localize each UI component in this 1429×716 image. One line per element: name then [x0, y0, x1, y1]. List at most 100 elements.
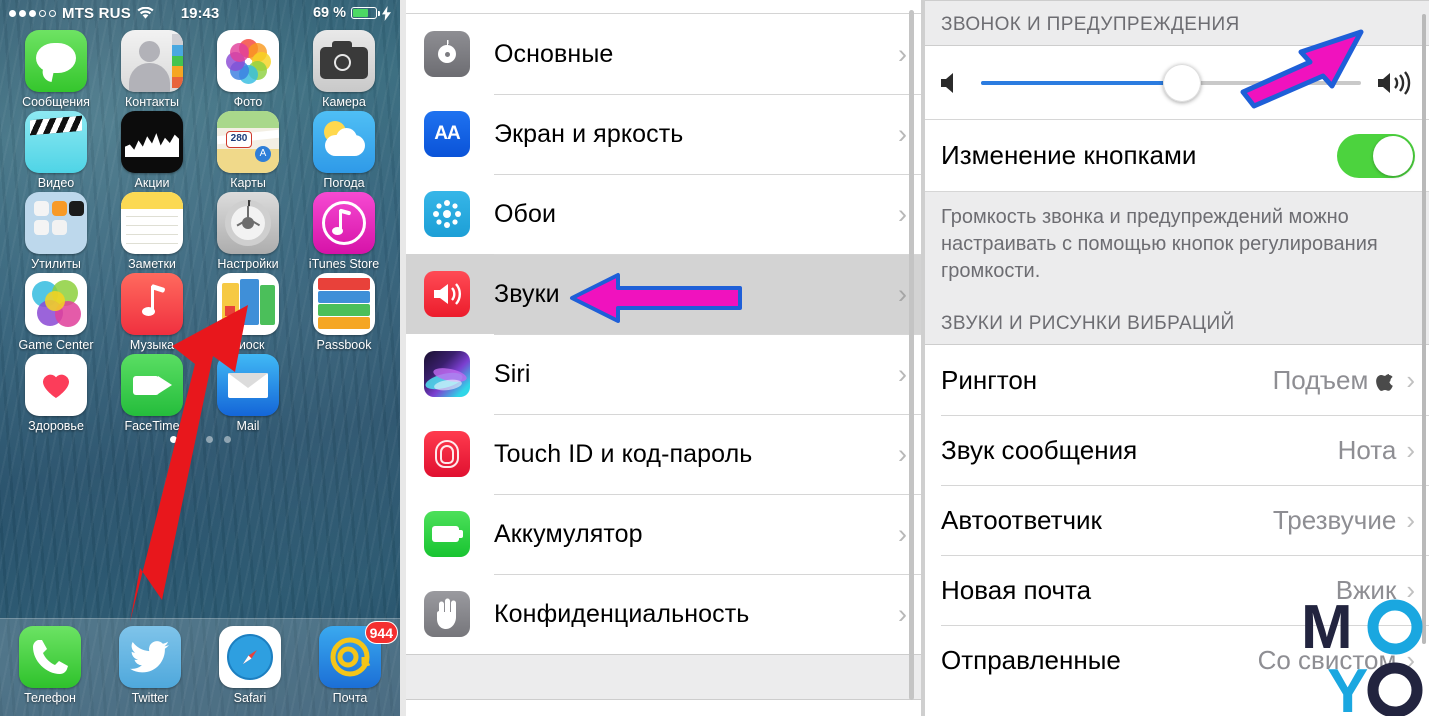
settings-row-label: Экран и яркость — [494, 119, 684, 148]
app-label: Видео — [37, 176, 75, 190]
chevron-right-icon: › — [1406, 434, 1415, 465]
app-facetime[interactable]: FaceTime — [109, 354, 195, 433]
settings-row-display[interactable]: AA Экран и яркость › — [406, 94, 921, 174]
app-label: Акции — [134, 176, 170, 190]
app-weather[interactable]: Погода — [301, 111, 387, 190]
settings-row-label: Конфиденциальность — [494, 599, 750, 628]
app-label: iTunes Store — [308, 257, 380, 271]
app-music[interactable]: Музыка — [109, 273, 195, 352]
app-notes[interactable]: Заметки — [109, 192, 195, 271]
wallpaper-icon — [424, 191, 470, 237]
chevron-right-icon: › — [1406, 644, 1415, 675]
messages-icon — [25, 30, 87, 92]
value-text: Вжик — [1335, 574, 1397, 605]
app-passbook[interactable]: Passbook — [301, 273, 387, 352]
value-text: Нота — [1337, 434, 1397, 465]
app-label: Заметки — [128, 257, 176, 271]
iphone-home-screen: MTS RUS 19:43 69 % Сообщения Контакты Фо… — [0, 0, 400, 716]
dock: Телефон Twitter Safari 944 Почта — [0, 618, 400, 716]
settings-row-general[interactable]: Основные › — [406, 14, 921, 94]
sounds-scrollbar[interactable] — [1422, 14, 1426, 644]
app-row: Здоровье FaceTime Mail — [0, 354, 400, 433]
chevron-right-icon: › — [898, 278, 907, 309]
photos-icon — [217, 30, 279, 92]
app-itunes-store[interactable]: iTunes Store — [301, 192, 387, 271]
sounds-icon — [424, 271, 470, 317]
app-utilities[interactable]: Утилиты — [13, 192, 99, 271]
settings-group-separator — [406, 654, 921, 700]
chevron-right-icon: › — [1406, 364, 1415, 395]
app-row: Утилиты Заметки Настройки iTunes Store — [0, 192, 400, 271]
app-settings[interactable]: Настройки — [205, 192, 291, 271]
sounds-row-sent-mail[interactable]: Отправленные Со свистом › — [925, 625, 1429, 696]
chevron-right-icon: › — [1406, 504, 1415, 535]
battery-percent-label: 69 % — [312, 5, 346, 21]
app-game-center[interactable]: Game Center — [13, 273, 99, 352]
app-health[interactable]: Здоровье — [13, 354, 99, 433]
settings-list-panel: Основные › AA Экран и яркость › Обои › З… — [400, 0, 925, 716]
safari-icon — [219, 626, 281, 688]
app-newsstand[interactable]: Киоск — [205, 273, 291, 352]
dock-app-twitter[interactable]: Twitter — [107, 626, 193, 705]
dock-app-phone[interactable]: Телефон — [7, 626, 93, 705]
app-stocks[interactable]: Акции — [109, 111, 195, 190]
sounds-row-label: Новая почта — [941, 574, 1092, 605]
dock-app-safari[interactable]: Safari — [207, 626, 293, 705]
change-with-buttons-label: Изменение кнопками — [941, 140, 1197, 170]
settings-row-wallpaper[interactable]: Обои › — [406, 174, 921, 254]
change-with-buttons-toggle[interactable] — [1337, 133, 1415, 178]
settings-gear-icon — [217, 192, 279, 254]
game-center-icon — [25, 273, 87, 335]
value-text: Со свистом — [1257, 644, 1397, 675]
settings-row-label: Siri — [494, 359, 531, 388]
contacts-icon — [121, 30, 183, 92]
settings-row-siri[interactable]: Siri › — [406, 334, 921, 414]
app-label: Телефон — [24, 691, 76, 705]
change-with-buttons-row[interactable]: Изменение кнопками — [925, 29, 1429, 192]
mail-unread-badge: 944 — [364, 621, 398, 644]
music-icon — [121, 273, 183, 335]
sounds-row-value: Нота — [1338, 435, 1397, 466]
status-bar-right: 69 % — [313, 5, 391, 21]
app-row: Сообщения Контакты Фото Камера — [0, 30, 400, 109]
general-gear-icon — [424, 31, 470, 77]
volume-slider-knob[interactable] — [1163, 63, 1202, 102]
app-videos[interactable]: Видео — [13, 111, 99, 190]
chevron-right-icon: › — [898, 438, 907, 469]
settings-top-spacer — [406, 0, 921, 14]
facetime-icon — [121, 354, 183, 416]
camera-icon — [313, 30, 375, 92]
sounds-row-label: Звук сообщения — [941, 434, 1138, 465]
settings-row-privacy[interactable]: Конфиденциальность › — [406, 574, 921, 654]
settings-scrollbar[interactable] — [909, 10, 914, 700]
volume-slider-track[interactable] — [981, 63, 1361, 102]
battery-icon — [351, 7, 381, 19]
volume-slider-row[interactable] — [925, 46, 1429, 120]
app-label: Карты — [230, 176, 266, 190]
app-messages[interactable]: Сообщения — [13, 30, 99, 109]
sounds-row-voicemail[interactable]: Автоответчик Трезвучие › — [925, 485, 1429, 556]
dock-app-mail[interactable]: 944 Почта — [307, 621, 398, 705]
app-label: Погода — [323, 176, 365, 190]
app-label: FaceTime — [124, 419, 180, 433]
app-mail[interactable]: Mail — [205, 354, 291, 433]
app-photos[interactable]: Фото — [205, 30, 291, 109]
sounds-settings-panel: ЗВОНОК И ПРЕДУПРЕЖДЕНИЯ Изменение кнопка… — [925, 0, 1429, 716]
chevron-right-icon: › — [898, 38, 907, 69]
sounds-row-new-mail[interactable]: Новая почта Вжик › — [925, 555, 1429, 626]
settings-row-battery[interactable]: Аккумулятор › — [406, 494, 921, 574]
app-camera[interactable]: Камера — [301, 30, 387, 109]
page-indicator-dots — [0, 436, 400, 443]
settings-row-sounds[interactable]: Звуки › — [406, 254, 921, 334]
sounds-row-ringtone[interactable]: Рингтон Подъем › — [925, 345, 1429, 416]
app-grid: Сообщения Контакты Фото Камера Видео Акц… — [0, 26, 400, 443]
app-contacts[interactable]: Контакты — [109, 30, 195, 109]
app-maps[interactable]: 280 A Карты — [205, 111, 291, 190]
app-label: Контакты — [125, 95, 179, 109]
phone-icon — [19, 626, 81, 688]
sounds-row-text-tone[interactable]: Звук сообщения Нота › — [925, 415, 1429, 486]
settings-row-touch-id[interactable]: Touch ID и код-пароль › — [406, 414, 921, 494]
settings-row-icloud[interactable]: iCloud › — [406, 700, 921, 716]
settings-row-label: Touch ID и код-пароль — [494, 439, 753, 468]
notes-icon — [121, 192, 183, 254]
